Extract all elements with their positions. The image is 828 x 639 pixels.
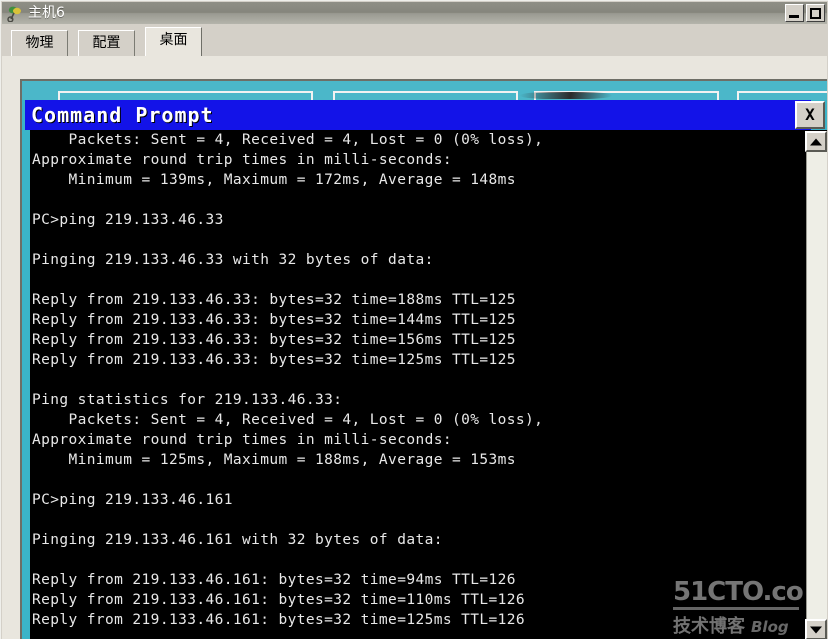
minimize-icon	[789, 15, 799, 18]
scrollbar-track[interactable]	[806, 152, 827, 619]
window-title: 主机6	[28, 5, 65, 21]
terminal-scrollbar[interactable]	[803, 130, 827, 639]
terminal-output: Packets: Sent = 4, Received = 4, Lost = …	[32, 132, 544, 628]
tab-config-label: 配置	[92, 35, 121, 51]
window-titlebar[interactable]: 主机6	[2, 2, 827, 24]
minimize-button[interactable]	[785, 4, 804, 22]
chevron-down-icon	[810, 626, 822, 633]
host-device-icon	[6, 4, 24, 23]
maximize-icon	[810, 8, 821, 19]
cmd-toolbar-strip	[22, 81, 827, 100]
host-window: 主机6 物理 配置 桌面 Command Prompt X Packets: S…	[0, 0, 828, 639]
tab-desktop-label: 桌面	[159, 32, 188, 48]
maximize-button[interactable]	[806, 4, 825, 22]
window-controls	[785, 4, 825, 22]
ghost-tab-2	[333, 91, 518, 100]
command-prompt-window: Command Prompt X Packets: Sent = 4, Rece…	[20, 79, 827, 639]
chevron-up-icon	[810, 138, 822, 145]
scroll-down-button[interactable]	[805, 619, 827, 639]
tab-config[interactable]: 配置	[78, 30, 135, 56]
tab-desktop[interactable]: 桌面	[145, 27, 202, 56]
cmd-titlebar[interactable]: Command Prompt	[25, 100, 811, 130]
cursor-smudge-icon	[520, 92, 612, 99]
tab-physical-label: 物理	[25, 35, 54, 51]
cmd-title-label: Command Prompt	[31, 103, 214, 127]
tab-bar: 物理 配置 桌面	[2, 24, 827, 56]
ghost-tab-1	[58, 91, 313, 100]
scroll-up-button[interactable]	[805, 131, 827, 152]
tab-physical[interactable]: 物理	[11, 30, 68, 56]
close-icon: X	[805, 105, 815, 124]
ghost-tab-4	[737, 91, 827, 100]
desktop-panel: Command Prompt X Packets: Sent = 4, Rece…	[2, 56, 827, 639]
terminal-body[interactable]: Packets: Sent = 4, Received = 4, Lost = …	[22, 130, 827, 639]
terminal-left-edge	[22, 130, 30, 639]
cmd-close-button[interactable]: X	[795, 101, 825, 129]
